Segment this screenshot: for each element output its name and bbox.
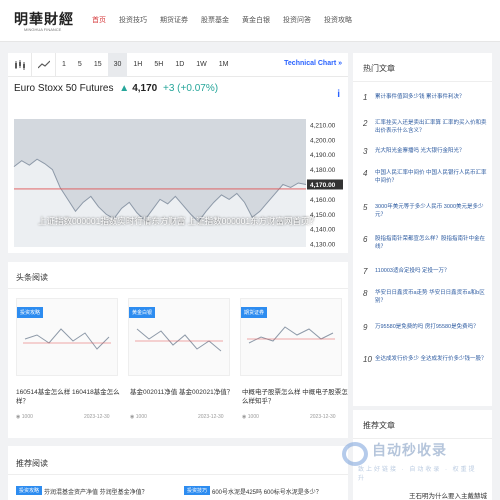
section-title: 头条阅读 [16, 273, 48, 282]
sidebar-item-number: 4 [363, 169, 368, 178]
reading-tag-1: 投资攻略 [16, 486, 43, 495]
nav-item-qa[interactable]: 投资问答 [283, 15, 311, 25]
nav-item-home[interactable]: 首页 [92, 15, 106, 25]
recommended-title: 推荐文章 [363, 421, 395, 430]
chart-widget: 1 5 15 30 1H 5H 1D 1W 1M Technical Chart… [8, 52, 348, 253]
sidebar-item-number: 6 [363, 235, 368, 244]
y-tick-label: 4,180.00 [310, 167, 336, 174]
chart-toolbar: 1 5 15 30 1H 5H 1D 1W 1M Technical Chart… [8, 52, 348, 77]
line-chart-icon[interactable] [32, 52, 56, 77]
sidebar-item-number: 1 [363, 93, 368, 102]
recommended-item[interactable]: 王石明为什么要入主戴赫城 [409, 490, 487, 500]
news-thumb-2[interactable]: 黄金白银 [128, 298, 230, 376]
news-date-3: 2023-12-30 [310, 414, 336, 420]
nav-item-guide[interactable]: 投资攻略 [324, 15, 352, 25]
reading-item-1[interactable]: 芬润混基金资产净值 芬润型基金净值？ [44, 487, 148, 496]
sidebar-item-title[interactable]: 光大阳光金寨播吗 光大银行金阳光？ [375, 147, 487, 155]
news-tag: 黄金白银 [129, 307, 156, 318]
watermark-subtext: 致上好链接 · 自动收录 · 权重提升 [358, 467, 477, 482]
sidebar-item-title[interactable]: 110003适合定投吗 定投一万？ [375, 267, 487, 275]
y-tick-label: 4,210.00 [310, 122, 336, 129]
sidebar-item-title[interactable]: 华安日日鑫货币a走势 华安日日鑫货币a和b区别？ [375, 289, 487, 305]
range-1[interactable]: 1 [56, 53, 72, 77]
divider [8, 288, 348, 289]
range-1h[interactable]: 1H [127, 53, 148, 77]
divider [8, 474, 348, 475]
last-price-label: 4,170.00 [310, 182, 336, 189]
watermark-text: 自动秒收录 [372, 442, 447, 458]
sidebar-item-number: 2 [363, 119, 368, 128]
reading-item-2[interactable]: 600号水泥是425吗 600标号水泥是多少？ [212, 487, 322, 496]
range-1w[interactable]: 1W [190, 53, 213, 77]
candlestick-icon[interactable] [8, 52, 32, 77]
news-tag: 期货证券 [241, 307, 268, 318]
recommended-reading: 推荐阅读 投资攻略 芬润混基金资产净值 芬润型基金净值？ 投资技巧 600号水泥… [8, 446, 348, 500]
range-5[interactable]: 5 [72, 53, 88, 77]
reading-tag-2: 投资技巧 [184, 486, 211, 495]
sidebar-title: 热门文章 [363, 64, 395, 73]
symbol-name: Euro Stoxx 50 Futures [14, 83, 114, 94]
range-30[interactable]: 30 [107, 52, 128, 77]
sidebar-item-title[interactable]: 万95580是免费的吗 房打95580是免费吗？ [375, 323, 487, 331]
hot-articles-sidebar: 热门文章 1 累计事件值回多少钱 累计事件利决？ 2 汇率挂买入还是卖出汇率算 汇率的… [353, 53, 492, 406]
sidebar-item-number: 8 [363, 289, 368, 298]
main-nav: 首页 投资技巧 期货证券 股票基金 黄金白银 投资问答 投资攻略 [92, 15, 365, 25]
technical-chart-link[interactable]: Technical Chart » [284, 60, 342, 67]
range-1m[interactable]: 1M [213, 53, 235, 77]
sidebar-item-title[interactable]: 中国人民汇率中间价 中国人民银行人民币汇率中间价？ [375, 169, 487, 185]
news-views-1: ◉ 1000 [16, 414, 33, 420]
sidebar-item-title[interactable]: 汇率挂买入还是卖出汇率算 汇率的买入价和卖出价表示什么含义？ [375, 119, 487, 135]
divider [353, 438, 492, 439]
sidebar-item-number: 9 [363, 323, 368, 332]
news-thumb-1[interactable]: 投资攻略 [16, 298, 118, 376]
divider [353, 81, 492, 82]
site-logo[interactable]: 明華財經 [14, 9, 74, 29]
info-icon[interactable]: i [337, 89, 340, 100]
nav-item-invest-skills[interactable]: 投资技巧 [119, 15, 147, 25]
news-title-3[interactable]: 中概电子股票怎么样 中概电子股票怎么样知乎？ [242, 388, 348, 406]
sidebar-item-number: 5 [363, 203, 368, 212]
chart-overlay-text[interactable]: 上证指数000001指数实时行情东方财富 上证指数000001东方财富网首页？ [8, 215, 348, 227]
price-change: +3 (+0.07%) [163, 83, 219, 94]
sidebar-item-title[interactable]: 全达成发行价多少 全达成发行价多少钱一股？ [375, 355, 487, 363]
price-chart[interactable]: Investing4,210.004,200.004,190.004,180.0… [8, 109, 348, 253]
range-15[interactable]: 15 [88, 53, 108, 77]
sidebar-item-number: 10 [363, 355, 372, 364]
top-navbar: 明華財經 MINGHUA FINANCE 首页 投资技巧 期货证券 股票基金 黄… [0, 0, 500, 42]
sidebar-item-number: 7 [363, 267, 368, 276]
y-tick-label: 4,140.00 [310, 227, 336, 234]
up-arrow-icon: ▲ [119, 83, 130, 94]
news-tag: 投资攻略 [17, 307, 44, 318]
news-thumb-3[interactable]: 期货证券 [240, 298, 342, 376]
sidebar-item-title[interactable]: 累计事件值回多少钱 累计事件利决？ [375, 93, 487, 101]
site-logo-subtitle: MINGHUA FINANCE [24, 27, 62, 32]
news-date-2: 2023-12-30 [198, 414, 224, 420]
headline-news-section: 头条阅读 投资攻略 160514基金怎么样 160418基金怎么样？ ◉ 100… [8, 262, 348, 438]
sidebar-item-title[interactable]: 股指指南针荣都宣怎么样？股指指南针中金在线？ [375, 235, 487, 251]
sidebar-item-number: 3 [363, 147, 368, 156]
y-tick-label: 4,190.00 [310, 152, 336, 159]
nav-item-gold[interactable]: 黄金白银 [242, 15, 270, 25]
chart-header: Euro Stoxx 50 Futures ▲ 4,170 +3 (+0.07%) [14, 83, 218, 94]
nav-item-funds[interactable]: 股票基金 [201, 15, 229, 25]
current-price: 4,170 [132, 83, 158, 94]
news-date-1: 2023-12-30 [84, 414, 110, 420]
nav-item-futures[interactable]: 期货证券 [160, 15, 188, 25]
y-tick-label: 4,160.00 [310, 197, 336, 204]
news-views-2: ◉ 1000 [130, 414, 147, 420]
news-title-2[interactable]: 基金002011净值 基金002021净值？ [130, 388, 236, 397]
site-watermark: 自动秒收录 致上好链接 · 自动收录 · 权重提升 [334, 440, 484, 482]
y-tick-label: 4,130.00 [310, 242, 336, 249]
watermark-logo-icon [342, 442, 368, 466]
reading-title: 推荐阅读 [16, 459, 48, 468]
range-1d[interactable]: 1D [169, 53, 190, 77]
sidebar-item-title[interactable]: 3000年美元等于多少人民币 3000美元是多少元？ [375, 203, 487, 219]
news-views-3: ◉ 1000 [242, 414, 259, 420]
y-tick-label: 4,200.00 [310, 137, 336, 144]
news-title-1[interactable]: 160514基金怎么样 160418基金怎么样？ [16, 388, 122, 406]
range-5h[interactable]: 5H [148, 53, 169, 77]
